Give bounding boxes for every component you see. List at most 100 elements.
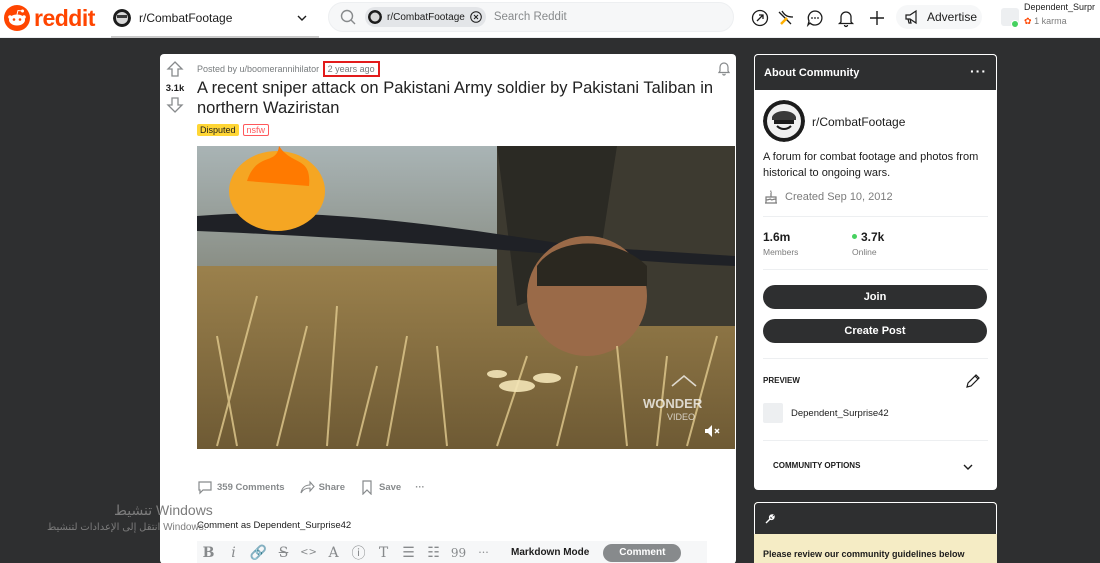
- community-dropdown[interactable]: r/CombatFootage: [111, 0, 319, 38]
- top-header: reddit r/CombatFootage r/CombatFootage S…: [0, 0, 1100, 38]
- comments-button[interactable]: 359 Comments: [197, 479, 285, 495]
- pencil-icon[interactable]: [964, 372, 982, 390]
- video-frame: WONDER VIDEO: [197, 146, 735, 449]
- save-label: Save: [379, 481, 402, 493]
- community-description: A forum for combat footage and photos fr…: [763, 151, 979, 179]
- quote-icon[interactable]: 99: [447, 544, 470, 562]
- upvote-icon[interactable]: [166, 60, 184, 78]
- community-options-toggle[interactable]: COMMUNITY OPTIONS: [773, 461, 860, 470]
- about-title: About Community: [764, 67, 860, 79]
- members-stat: 1.6m Members: [763, 230, 798, 257]
- notification-icon[interactable]: [836, 8, 856, 28]
- karma-count: ✿ 1 karma: [1024, 16, 1067, 27]
- bulleted-list-icon[interactable]: ☰: [397, 544, 420, 562]
- post-time[interactable]: 2 years ago: [322, 61, 380, 77]
- members-label: Members: [763, 247, 799, 257]
- markdown-mode-button[interactable]: Markdown Mode: [511, 547, 589, 558]
- windows-activation-watermark: تنشيط Windows انتقل إلى الإعدادات لتنشيط…: [0, 500, 224, 540]
- post-meta: Posted by u/boomerannihilator 2 years ag…: [197, 61, 380, 77]
- chat-icon[interactable]: [805, 8, 825, 28]
- video-player[interactable]: WONDER VIDEO: [197, 146, 735, 449]
- comment-icon: [198, 481, 212, 495]
- more-icon[interactable]: ···: [472, 544, 495, 562]
- community-avatar-icon: [763, 100, 805, 142]
- watermark-line1: تنشيط Windows: [114, 502, 213, 518]
- heading-icon[interactable]: T: [372, 544, 395, 562]
- user-menu[interactable]: Dependent_Surpr ✿ 1 karma: [1000, 2, 1100, 34]
- plus-icon[interactable]: [867, 8, 887, 28]
- reddit-logo[interactable]: reddit: [4, 5, 95, 31]
- flair-disputed[interactable]: Disputed: [197, 124, 239, 136]
- strikethrough-icon[interactable]: S: [272, 544, 295, 562]
- username: Dependent_Surpr: [1024, 2, 1096, 12]
- divider: [763, 358, 988, 359]
- post-title[interactable]: A recent sniper attack on Pakistani Army…: [197, 78, 717, 118]
- video-watermark-sub: VIDEO: [667, 412, 695, 422]
- share-label: Share: [318, 481, 345, 493]
- cake-icon: [765, 190, 777, 204]
- online-stat: 3.7k Online: [852, 230, 884, 257]
- comment-submit-button[interactable]: Comment: [603, 543, 682, 562]
- divider: [763, 440, 988, 441]
- post-actions: 359 Comments Share Save ···: [197, 477, 439, 497]
- mute-icon[interactable]: [703, 422, 721, 440]
- more-icon: ···: [415, 481, 425, 493]
- karma-label: 1 karma: [1034, 16, 1067, 26]
- online-label: Online: [852, 247, 877, 257]
- code-icon[interactable]: <>: [297, 544, 320, 562]
- watermark-line2: انتقل إلى الإعدادات لتنشيط Windows.: [47, 522, 207, 533]
- bookmark-icon: [362, 480, 372, 495]
- vote-column: 3.1k: [160, 54, 190, 124]
- logo-wordmark: reddit: [34, 4, 95, 31]
- chevron-down-icon[interactable]: [961, 460, 975, 474]
- save-button[interactable]: Save: [359, 479, 401, 495]
- community-avatar-icon: [368, 10, 382, 24]
- link-icon[interactable]: 🔗: [247, 544, 270, 562]
- bold-icon[interactable]: B: [197, 544, 220, 562]
- advertise-label: Advertise: [927, 10, 978, 24]
- preview-user[interactable]: Dependent_Surprise42: [763, 403, 889, 423]
- search-bar[interactable]: r/CombatFootage Search Reddit: [328, 2, 734, 32]
- advertise-button[interactable]: Advertise: [896, 5, 982, 29]
- online-count: 3.7k: [861, 230, 885, 244]
- created-date: Created Sep 10, 2012: [763, 189, 893, 205]
- preview-label: PREVIEW: [763, 376, 800, 385]
- superscript-icon[interactable]: A: [322, 544, 345, 562]
- popular-icon[interactable]: [750, 8, 770, 28]
- wrench-icon: [765, 514, 775, 524]
- current-community-name: r/CombatFootage: [139, 11, 233, 25]
- rules-header: [754, 502, 997, 534]
- numbered-list-icon[interactable]: ☷: [422, 544, 445, 562]
- close-icon[interactable]: [470, 11, 482, 23]
- snoo-icon: [4, 5, 30, 31]
- downvote-icon[interactable]: [166, 96, 184, 114]
- search-icon: [340, 9, 356, 25]
- chevron-down-icon: [297, 15, 307, 21]
- about-community-card: About Community ··· r/CombatFootage A fo…: [754, 54, 997, 490]
- post-flairs: Disputed nsfw: [197, 124, 270, 136]
- comments-count: 359 Comments: [217, 481, 285, 493]
- search-community-chip[interactable]: r/CombatFootage: [365, 7, 486, 27]
- italic-icon[interactable]: i: [222, 544, 245, 562]
- video-watermark: WONDER: [643, 396, 703, 411]
- community-name[interactable]: r/CombatFootage: [812, 115, 905, 129]
- created-label: Created Sep 10, 2012: [785, 191, 893, 203]
- community-rules-card: Please review our community guidelines b…: [754, 502, 997, 563]
- spoiler-icon[interactable]: ⓘ: [347, 544, 370, 562]
- community-avatar-icon: [113, 9, 131, 27]
- karma-icon: ✿: [1024, 16, 1032, 26]
- search-input[interactable]: Search Reddit: [494, 11, 567, 23]
- share-button[interactable]: Share: [299, 479, 345, 495]
- about-header: About Community ···: [754, 54, 997, 90]
- posted-by[interactable]: Posted by u/boomerannihilator: [197, 64, 319, 74]
- coins-icon[interactable]: [776, 8, 796, 28]
- avatar: [763, 403, 783, 423]
- create-post-button[interactable]: Create Post: [763, 319, 987, 343]
- members-count: 1.6m: [763, 230, 791, 244]
- more-icon[interactable]: ···: [970, 63, 987, 79]
- more-options-button[interactable]: ···: [415, 482, 425, 493]
- divider: [763, 269, 988, 270]
- bell-icon[interactable]: [716, 60, 732, 76]
- avatar: [1001, 8, 1019, 28]
- join-button[interactable]: Join: [763, 285, 987, 309]
